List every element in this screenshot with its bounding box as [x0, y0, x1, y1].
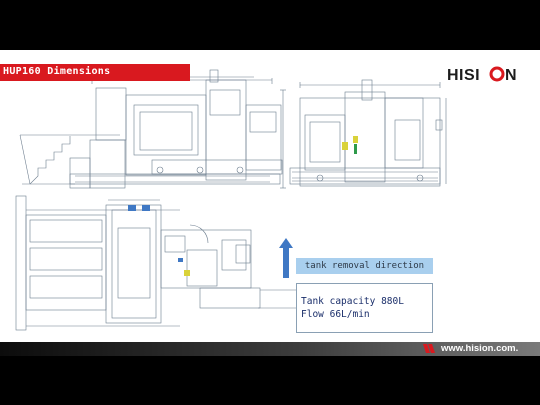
direction-label-box: tank removal direction — [296, 258, 433, 274]
slide: HUP160 Dimensions HISI N tank removal di… — [0, 50, 540, 342]
tank-capacity: Tank capacity 880L — [301, 296, 404, 307]
svg-text:N: N — [505, 67, 517, 82]
hision-logo: HISI N — [447, 66, 517, 82]
slide-title: HUP160 Dimensions — [3, 66, 111, 77]
tank-flow: Flow 66L/min — [301, 309, 370, 320]
svg-text:HISI: HISI — [447, 67, 480, 82]
direction-label: tank removal direction — [304, 261, 425, 271]
title-bar: HUP160 Dimensions — [0, 64, 190, 81]
footer-url: www.hision.com. — [441, 343, 519, 354]
footer-mark-icon — [423, 344, 435, 353]
tank-info-box: Tank capacity 880L Flow 66L/min — [296, 283, 433, 333]
plan-view — [15, 195, 300, 331]
engineering-drawing — [15, 69, 447, 331]
front-elevation-view — [19, 69, 286, 189]
up-arrow-icon — [279, 238, 293, 278]
side-elevation-view — [289, 79, 447, 187]
